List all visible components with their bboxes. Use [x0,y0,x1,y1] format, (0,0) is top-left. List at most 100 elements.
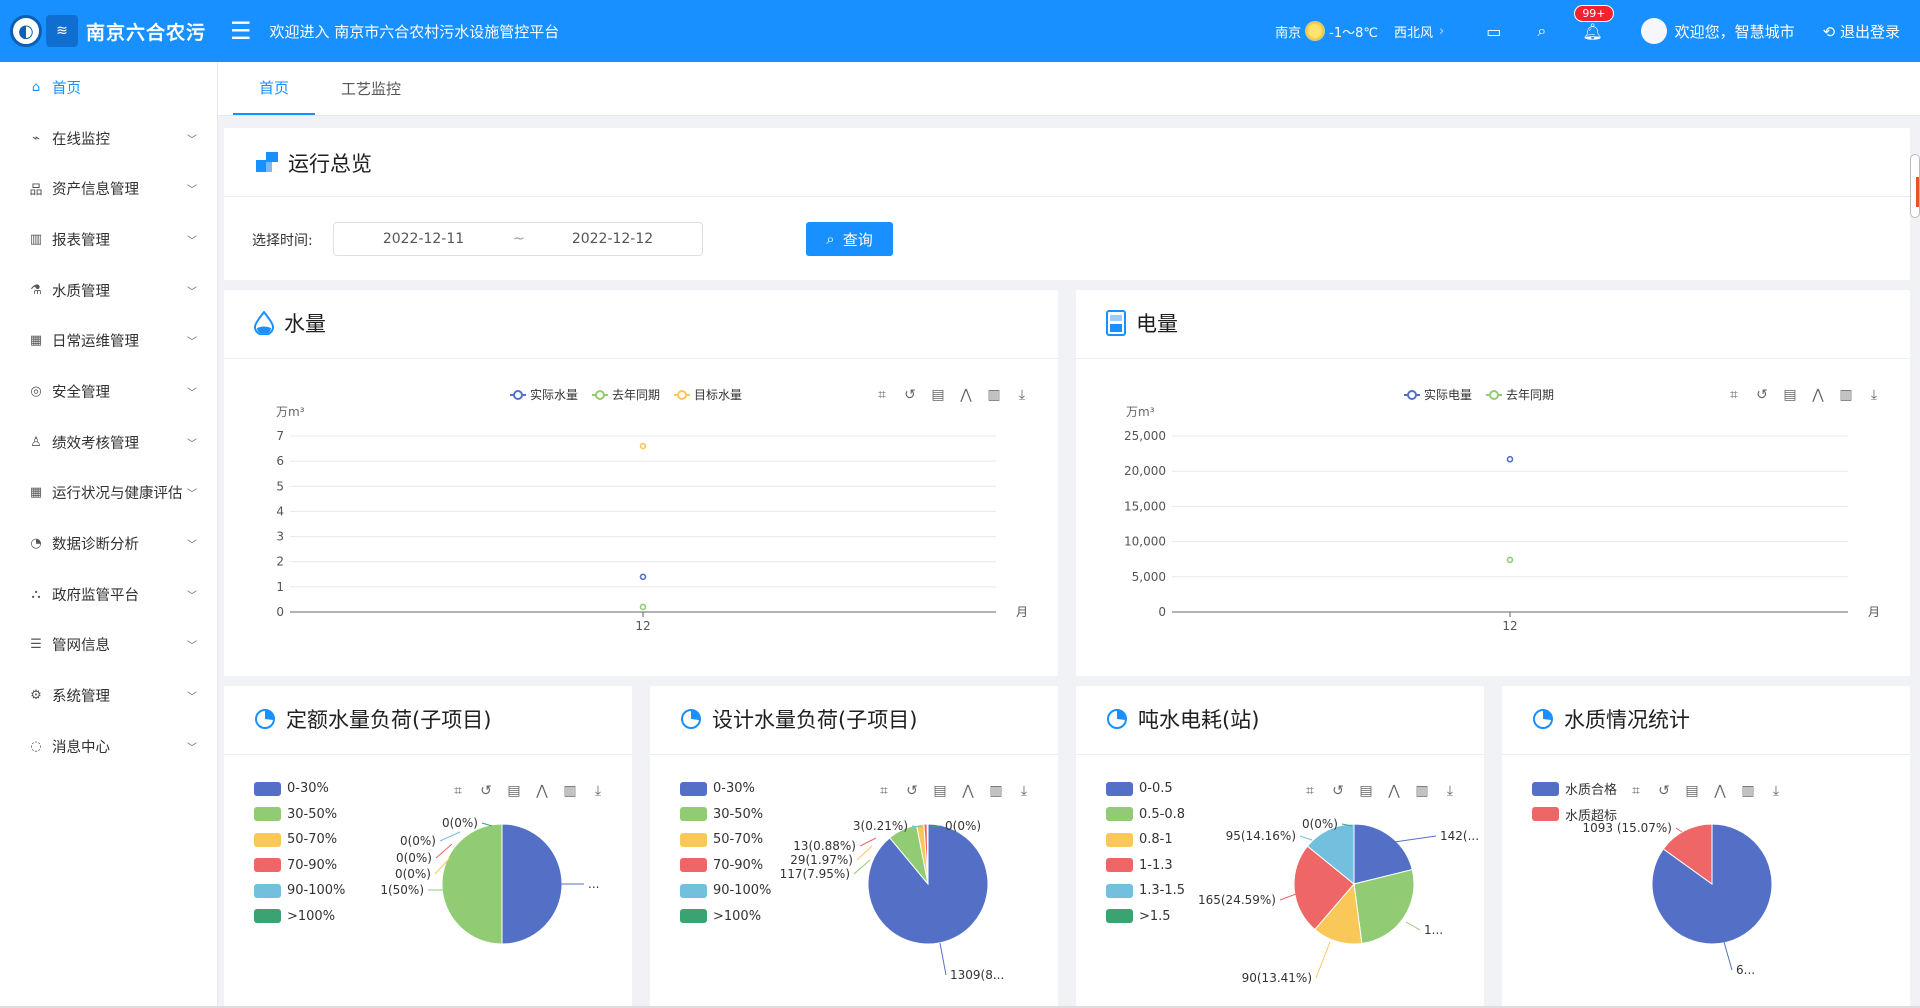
sidebar-item[interactable]: ▦ 运行状况与健康评估 ﹀ [0,468,217,519]
sidebar-item[interactable]: ◔ 数据诊断分析 ﹀ [0,518,217,569]
y-tick-label: 10,000 [1124,535,1166,549]
tab-process-monitor[interactable]: 工艺监控 [315,61,427,115]
sidebar-item-label: 报表管理 [52,232,110,249]
divider [1076,358,1910,359]
y-axis-unit: 万m³ [1126,405,1155,419]
chevron-down-icon: ﹀ [187,387,197,399]
pie-chart-icon [1533,709,1553,729]
pie-label: 0(0%) [442,816,478,830]
chevron-down-icon: ﹀ [187,438,197,450]
sidebar-item[interactable]: ⌂ 首页 [0,62,217,113]
water-card-title: 水量 [254,308,326,338]
user-greeting: 欢迎您，智慧城市 [1674,22,1795,41]
pie-slice[interactable] [441,823,503,945]
logout-icon: ⟲ [1822,22,1840,41]
start-date-input[interactable]: 2022-12-11 [334,231,513,247]
data-point[interactable] [639,603,647,611]
overview-card: 运行总览 选择时间: 2022-12-11 ~ 2022-12-12 ⌕ 查询 [224,128,1910,280]
pie-label: 165(24.59%) [1198,893,1276,907]
data-point[interactable] [639,442,647,450]
divider [224,754,632,755]
chat-icon: ◌ [30,738,42,754]
power-card-title: 电量 [1106,308,1178,338]
query-button-label: 查询 [842,230,873,249]
sidebar-item-label: 在线监控 [52,131,110,148]
query-button[interactable]: ⌕ 查询 [806,222,893,256]
search-icon[interactable]: ⌕ [1537,21,1546,41]
logout-button[interactable]: ⟲ 退出登录 [1823,21,1900,42]
chevron-down-icon: ﹀ [187,641,197,653]
sidebar-item-label: 数据诊断分析 [52,537,139,554]
y-tick-label: 0 [1158,605,1166,619]
sidebar-item[interactable]: 品资产信息管理 ﹀ [0,163,217,214]
data-point[interactable] [1506,455,1514,463]
sidebar-item-label: 资产信息管理 [52,182,139,199]
design-pie-chart: 1309(8... 117(7.95%)29(1.97%)13(0.88%) 3(0… [780,819,1005,982]
chevron-right-icon[interactable]: › [1439,24,1444,39]
label-line [859,837,877,847]
sidebar-item[interactable]: ◎ 安全管理 ﹀ [0,366,217,417]
date-range-picker[interactable]: 2022-12-11 ~ 2022-12-12 [333,222,703,256]
sidebar-item[interactable]: ☰ 管网信息 ﹀ [0,620,217,671]
sidebar-item-label: 安全管理 [52,384,110,401]
weather: 南京 -1～8℃ 西北风 › [1275,21,1444,41]
x-tick-label: 12 [1502,619,1517,633]
date-separator: ~ [513,231,525,247]
home-icon: ⌂ [31,79,41,95]
weather-wind: 西北风 [1394,25,1434,41]
design-card-title: 设计水量负荷(子项目) [680,704,917,734]
pie-label: 29(1.97%) [790,853,853,867]
sidebar-item[interactable]: ⌁ 在线监控 ﹀ [0,113,217,164]
menu-toggle-icon[interactable]: ☰ [230,17,252,45]
y-tick-label: 7 [276,429,284,443]
pie-label: 142(... [1440,829,1479,843]
meter-icon [1106,310,1126,336]
pie-label: 1309(8... [950,968,1004,982]
pie-label: 0(0%) [945,819,981,833]
label-line [1279,893,1297,901]
chevron-down-icon: ﹀ [187,235,197,247]
pie-label: 6... [1736,963,1755,977]
x-tick-label: 12 [635,619,650,633]
bell-icon[interactable]: 🔔︎ 99+ [1574,4,1614,41]
sidebar-item[interactable]: ⚙ 系统管理 ﹀ [0,670,217,721]
y-tick-label: 3 [276,530,284,544]
main-content: 运行总览 选择时间: 2022-12-11 ~ 2022-12-12 ⌕ 查询 … [222,128,1910,1008]
quota-card-title: 定额水量负荷(子项目) [254,704,491,734]
sidebar-item[interactable]: ▦ 日常运维管理 ﹀ [0,315,217,366]
chevron-down-icon: ﹀ [187,134,197,146]
quota-load-card: 定额水量负荷(子项目) 0-30% 30-50% 50-70% 70-90% 90-10… [224,686,632,1008]
pie-label: 13(0.88%) [793,839,856,853]
page-scrollbar[interactable] [1910,154,1920,218]
data-point[interactable] [1506,556,1514,564]
end-date-input[interactable]: 2022-12-12 [523,231,702,247]
sidebar-item-label: 政府监管平台 [52,587,139,604]
sidebar-item[interactable]: ♙ 绩效考核管理 ﹀ [0,417,217,468]
sidebar-item-label: 首页 [52,80,81,97]
header-right: 南京 -1～8℃ 西北风 › ▭ ⌕ 🔔︎ 99+ 欢迎您，智慧城市 ⟲ 退出登录 [1275,0,1920,62]
tab-home[interactable]: 首页 [233,61,316,115]
org-icon: 品 [29,183,43,199]
label-line [1723,941,1733,971]
sidebar-item[interactable]: ⛬ 政府监管平台 ﹀ [0,569,217,620]
weather-temp: -1～8℃ [1329,25,1378,41]
sidebar-item[interactable]: ◌ 消息中心 ﹀ [0,721,217,772]
user-icon: ♙ [30,434,42,450]
chevron-down-icon: ﹀ [187,742,197,754]
divider [1076,754,1484,755]
weather-city: 南京 [1275,25,1302,41]
chevron-down-icon: ﹀ [187,489,197,501]
divider [650,754,1058,755]
sidebar-item[interactable]: ⚗ 水质管理 ﹀ [0,265,217,316]
monitor-icon[interactable]: ▭ [1486,22,1501,41]
data-point[interactable] [639,573,647,581]
sidebar-item-label: 消息中心 [52,739,110,756]
chevron-down-icon: ﹀ [187,337,197,349]
y-tick-label: 4 [276,504,284,518]
avatar[interactable] [1640,18,1667,44]
sidebar-item[interactable]: ▥ 报表管理 ﹀ [0,214,217,265]
x-axis-name: 月 [1868,605,1880,619]
power-chart: 万m³ 0 5,000 10,000 15,000 20,000 25,000 12 月 [1124,405,1880,633]
power-card-title-text: 电量 [1136,312,1178,336]
sidebar-item-label: 运行状况与健康评估 [52,486,183,503]
